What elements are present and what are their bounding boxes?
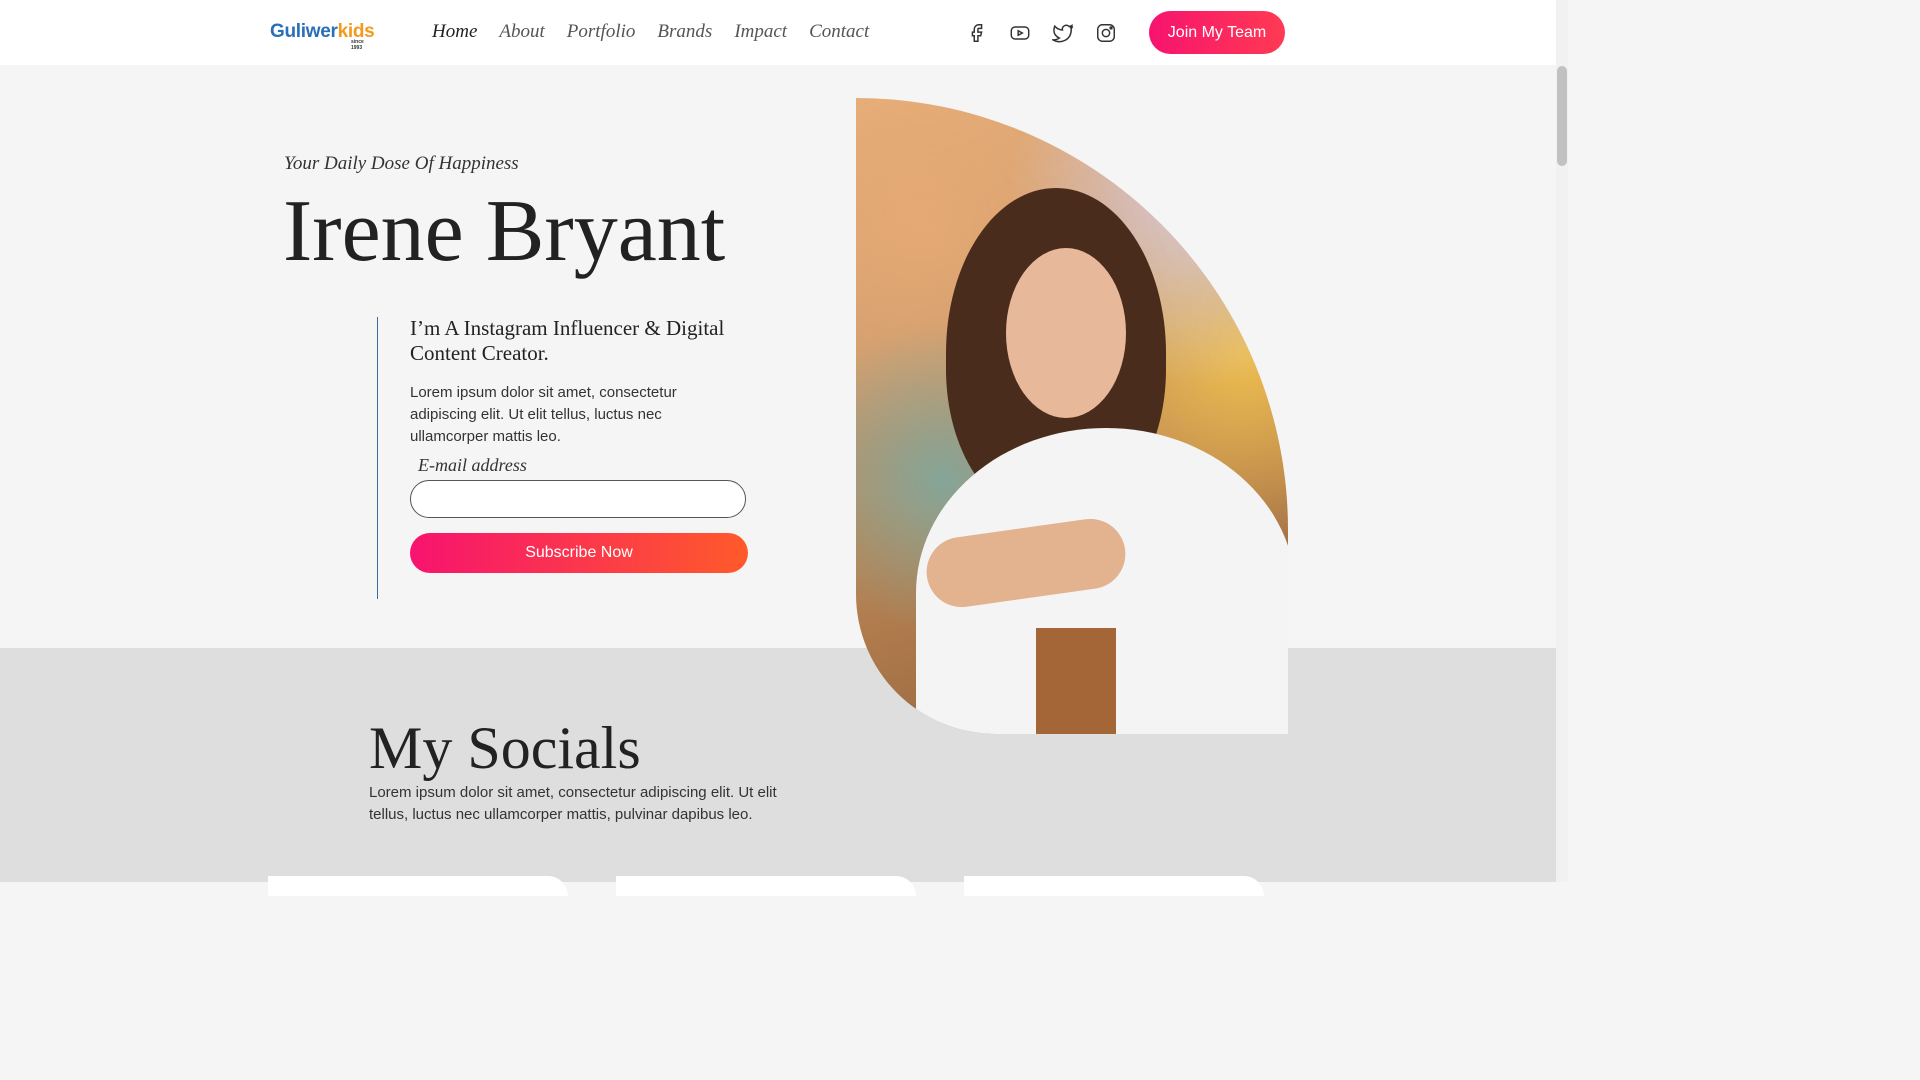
email-label: E-mail address xyxy=(418,455,527,475)
scrollbar-thumb[interactable] xyxy=(1557,66,1567,166)
portrait-wooden-post xyxy=(1036,628,1116,734)
social-card[interactable] xyxy=(268,876,568,896)
social-card[interactable] xyxy=(616,876,916,896)
nav-about[interactable]: About xyxy=(499,20,544,44)
portrait-face xyxy=(1006,248,1126,418)
email-field[interactable] xyxy=(410,480,746,518)
social-card[interactable] xyxy=(964,876,1264,896)
nav-home[interactable]: Home xyxy=(432,20,477,44)
socials-title: My Socials xyxy=(369,715,641,781)
nav-impact[interactable]: Impact xyxy=(734,20,787,44)
instagram-icon[interactable] xyxy=(1095,22,1117,44)
hero-name: Irene Bryant xyxy=(283,183,726,280)
nav-portfolio[interactable]: Portfolio xyxy=(567,20,636,44)
facebook-icon[interactable] xyxy=(966,22,988,44)
socials-description: Lorem ipsum dolor sit amet, consectetur … xyxy=(369,784,777,823)
nav-brands[interactable]: Brands xyxy=(657,20,712,44)
logo-text-main-a: Guliwer xyxy=(270,21,338,42)
hero-section xyxy=(0,65,1556,648)
site-header: Guliwerkids since 1993 Home About Portfo… xyxy=(0,0,1556,65)
youtube-icon[interactable] xyxy=(1009,22,1031,44)
main-nav: Home About Portfolio Brands Impact Conta… xyxy=(432,20,891,44)
join-my-team-button[interactable]: Join My Team xyxy=(1149,11,1285,54)
page-scrollbar[interactable] xyxy=(1556,0,1568,882)
header-social-icons xyxy=(966,22,1138,44)
hero-divider-line xyxy=(377,317,378,599)
nav-contact[interactable]: Contact xyxy=(809,20,869,44)
subscribe-button[interactable]: Subscribe Now xyxy=(410,533,748,573)
twitter-icon[interactable] xyxy=(1050,22,1074,44)
socials-section-bg xyxy=(0,648,1556,882)
hero-tagline: Your Daily Dose Of Happiness xyxy=(284,153,519,174)
logo-since: since 1993 xyxy=(351,39,364,51)
hero-subheading: I’m A Instagram Influencer & Digital Con… xyxy=(410,316,725,365)
hero-portrait-image xyxy=(856,98,1288,734)
logo[interactable]: Guliwerkids since 1993 xyxy=(270,21,375,52)
hero-description: Lorem ipsum dolor sit amet, consectetur … xyxy=(410,384,677,445)
